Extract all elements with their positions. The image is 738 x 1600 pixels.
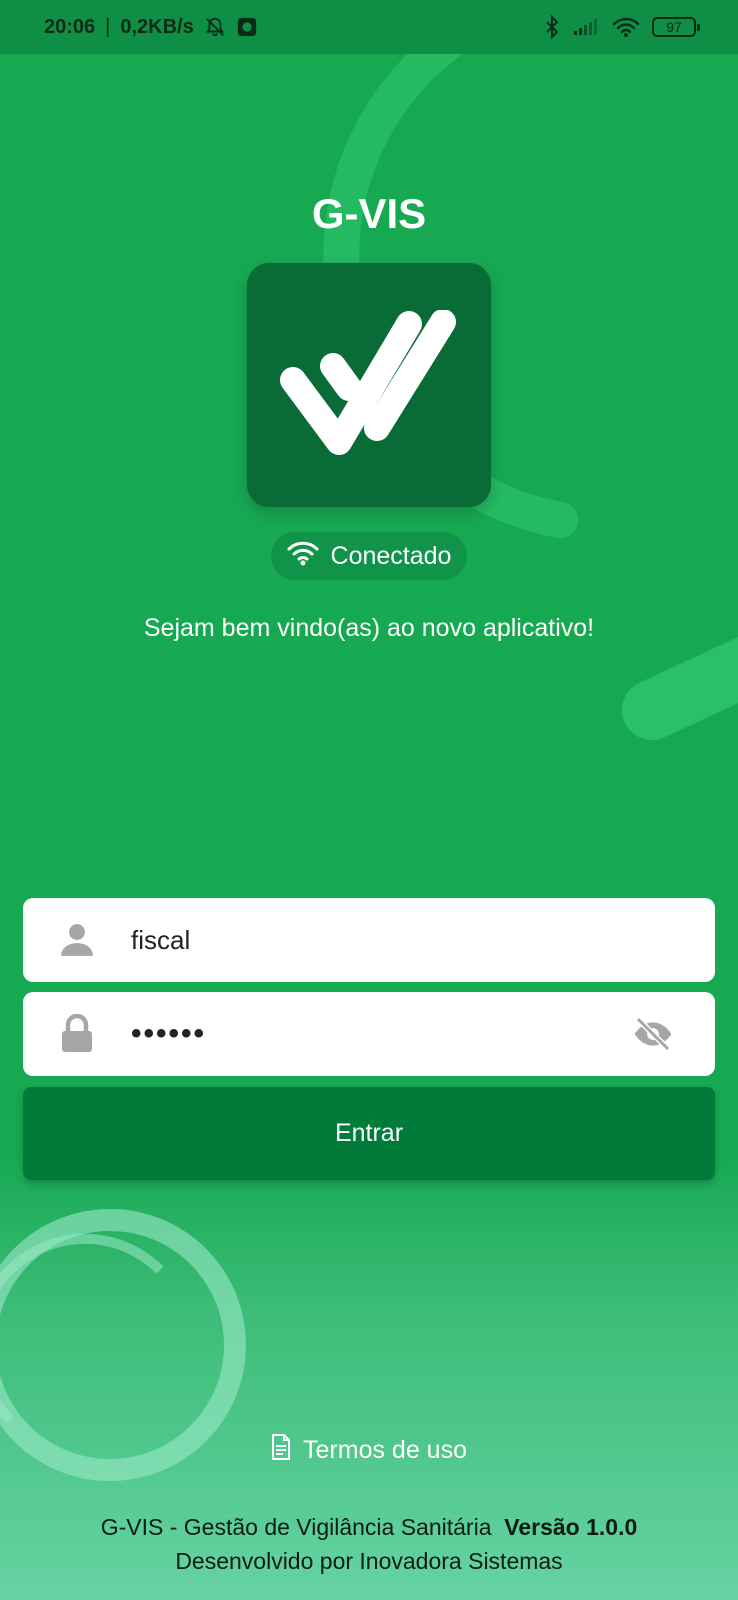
footer-product-name: G-VIS - Gestão de Vigilância Sanitária [100, 1514, 492, 1540]
background-decoration [0, 0, 738, 1481]
welcome-message: Sejam bem vindo(as) ao novo aplicativo! [143, 614, 595, 642]
status-time: 20:06 [44, 15, 96, 38]
password-input-value[interactable]: •••••• [131, 1017, 629, 1051]
status-separator: | [105, 15, 111, 38]
battery-icon: 97 [652, 17, 700, 37]
user-icon [57, 920, 97, 960]
password-field[interactable]: •••••• [23, 992, 715, 1076]
terms-label[interactable]: Termos de uso [303, 1436, 467, 1465]
app-notification-icon [236, 16, 258, 38]
wifi-icon [612, 16, 640, 38]
footer-developer: Desenvolvido por Inovadora Sistemas [175, 1548, 563, 1574]
app-title: G-VIS [311, 190, 427, 237]
login-button[interactable]: Entrar [23, 1087, 715, 1180]
wifi-icon [287, 540, 319, 573]
status-right: 97 [544, 15, 700, 39]
footer-version: Versão 1.0.0 [504, 1514, 638, 1540]
username-field[interactable]: fiscal [23, 898, 715, 982]
username-input-value[interactable]: fiscal [131, 925, 695, 956]
checkmark-logo-icon [280, 310, 456, 455]
bell-off-icon [204, 16, 226, 38]
document-icon [271, 1434, 291, 1467]
status-left: 20:06 | 0,2KB/s [44, 16, 258, 39]
eye-off-icon[interactable] [629, 1010, 677, 1058]
connection-status-badge: Conectado [271, 532, 467, 580]
footer-product-line: G-VIS - Gestão de Vigilância Sanitária V… [0, 1514, 738, 1541]
status-bar: 20:06 | 0,2KB/s 97 [0, 0, 738, 54]
signal-icon [572, 17, 600, 37]
lock-icon [57, 1014, 97, 1054]
bluetooth-icon [544, 15, 560, 39]
status-network-speed: 0,2KB/s [120, 15, 194, 38]
app-logo [247, 263, 491, 507]
connection-status-label: Conectado [330, 541, 452, 570]
terms-link[interactable]: Termos de uso [0, 1434, 738, 1467]
